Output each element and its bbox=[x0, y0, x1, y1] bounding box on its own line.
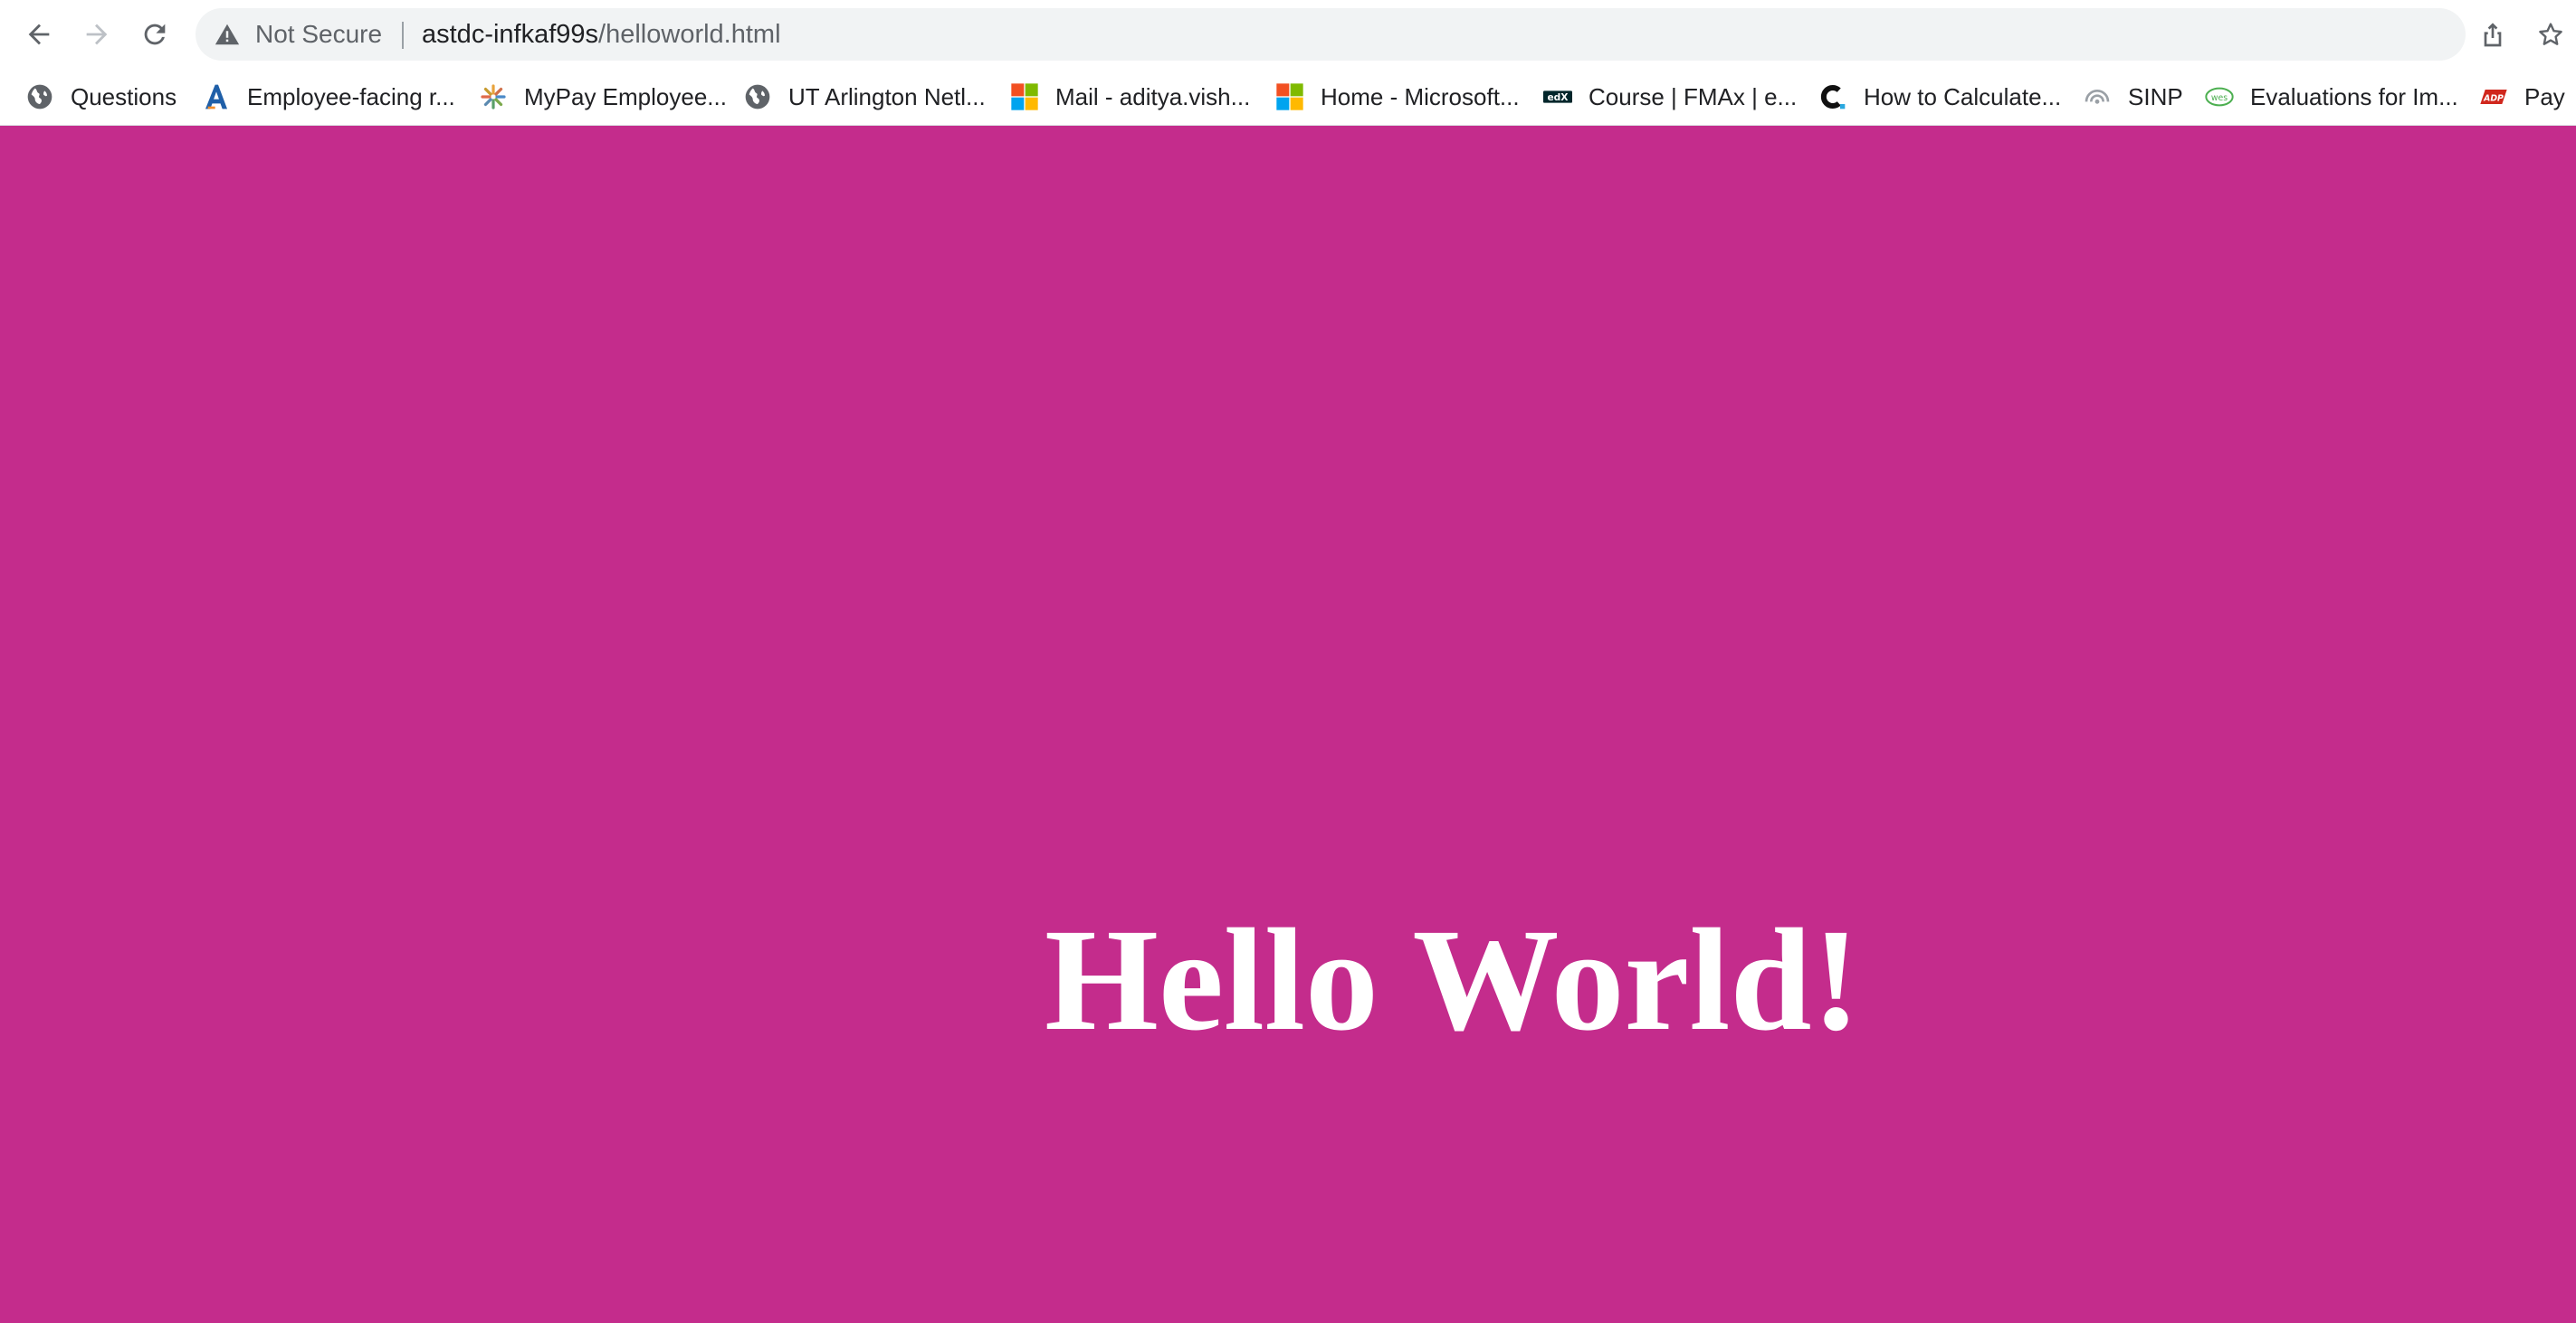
bookmark-label: Home - Microsoft... bbox=[1321, 82, 1520, 110]
bookmark-home-microsoft[interactable]: Home - Microsoft... bbox=[1275, 76, 1520, 118]
bookmark-label: UT Arlington Netl... bbox=[788, 82, 986, 110]
bookmark-label: Course | FMAx | e... bbox=[1589, 82, 1798, 110]
mypay-logo-icon bbox=[479, 82, 508, 111]
edx-logo-icon: edX bbox=[1543, 82, 1572, 111]
reload-icon bbox=[144, 24, 166, 45]
bookmark-how-to-calculate[interactable]: How to Calculate... bbox=[1818, 76, 2061, 118]
url-host: astdc-infkaf99s bbox=[422, 20, 599, 49]
bookmark-questions[interactable]: Questions bbox=[25, 76, 177, 118]
reload-button[interactable] bbox=[133, 13, 177, 56]
bookmarks-bar: Questions Employee-facing r... MyPay Emp… bbox=[0, 69, 2576, 126]
browser-window: Not Secure astdc-infkaf99s/helloworld.ht… bbox=[0, 0, 2576, 1323]
url-divider bbox=[402, 22, 404, 49]
forward-arrow-icon bbox=[86, 24, 108, 45]
bookmark-label: How to Calculate... bbox=[1864, 82, 2062, 110]
bookmark-sinp[interactable]: SINP bbox=[2083, 76, 2183, 118]
globe-icon bbox=[743, 82, 772, 111]
page-viewport: Hello World! bbox=[0, 126, 2576, 1323]
bookmark-star-button[interactable] bbox=[2529, 13, 2572, 56]
back-button[interactable] bbox=[17, 13, 61, 56]
star-icon bbox=[2539, 23, 2562, 45]
bookmark-label: Employee-facing r... bbox=[247, 82, 455, 110]
c-logo-icon bbox=[1818, 82, 1847, 111]
microsoft-logo-icon bbox=[1010, 82, 1039, 111]
bookmark-label: Mail - aditya.vish... bbox=[1055, 82, 1251, 110]
bookmark-label: Evaluations for Im... bbox=[2250, 82, 2458, 110]
bookmark-evaluations[interactable]: wes Evaluations for Im... bbox=[2205, 76, 2458, 118]
bookmark-label: Pay bbox=[2524, 82, 2565, 110]
address-bar[interactable]: Not Secure astdc-infkaf99s/helloworld.ht… bbox=[196, 8, 2466, 61]
svg-text:wes: wes bbox=[2211, 93, 2228, 103]
bookmark-mail[interactable]: Mail - aditya.vish... bbox=[1010, 76, 1250, 118]
a-logo-icon bbox=[202, 82, 231, 111]
forward-button[interactable] bbox=[75, 13, 119, 56]
bookmark-mypay[interactable]: MyPay Employee... bbox=[479, 76, 727, 118]
svg-text:edX: edX bbox=[1547, 91, 1568, 103]
back-arrow-icon bbox=[28, 24, 50, 45]
hello-world-heading: Hello World! bbox=[1045, 899, 1861, 1061]
bookmark-course-fmax[interactable]: edX Course | FMAx | e... bbox=[1543, 76, 1797, 118]
bookmark-label: MyPay Employee... bbox=[524, 82, 727, 110]
security-status-label[interactable]: Not Secure bbox=[255, 8, 382, 61]
browser-toolbar: Not Secure astdc-infkaf99s/helloworld.ht… bbox=[0, 0, 2576, 69]
share-icon bbox=[2484, 23, 2502, 47]
bookmark-ut-arlington[interactable]: UT Arlington Netl... bbox=[743, 76, 986, 118]
bookmark-label: Questions bbox=[71, 82, 177, 110]
bookmark-label: SINP bbox=[2128, 82, 2183, 110]
wes-logo-icon: wes bbox=[2205, 82, 2234, 111]
microsoft-logo-icon bbox=[1275, 82, 1304, 111]
bookmark-employee-facing[interactable]: Employee-facing r... bbox=[202, 76, 455, 118]
globe-icon bbox=[25, 82, 54, 111]
svg-text:ADP: ADP bbox=[2483, 94, 2504, 104]
share-button[interactable] bbox=[2471, 13, 2514, 56]
sinp-logo-icon bbox=[2083, 82, 2112, 111]
not-secure-warning-icon[interactable] bbox=[214, 21, 241, 48]
bookmark-pay[interactable]: ADP Pay bbox=[2479, 76, 2565, 118]
url-text[interactable]: astdc-infkaf99s/helloworld.html bbox=[422, 8, 781, 61]
url-path: /helloworld.html bbox=[598, 20, 781, 49]
adp-logo-icon: ADP bbox=[2479, 82, 2508, 111]
